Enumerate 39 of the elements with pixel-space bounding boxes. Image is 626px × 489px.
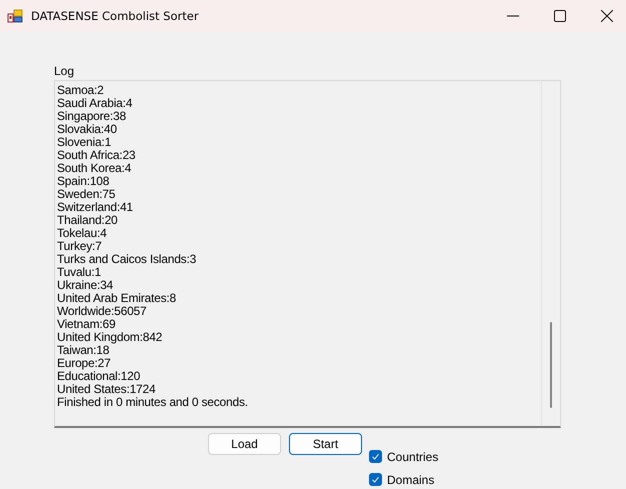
log-line: Tokelau:4 — [57, 227, 108, 240]
log-line: United Kingdom:842 — [57, 331, 164, 344]
checkmark-icon — [371, 452, 380, 461]
log-line: South Africa:23 — [57, 149, 136, 162]
log-line: Switzerland:41 — [57, 201, 134, 214]
log-line: Ukraine:34 — [57, 279, 114, 292]
log-line: United Arab Emirates:8 — [57, 292, 177, 305]
log-line: Saudi Arabia:4 — [57, 97, 134, 110]
log-line: Vietnam:69 — [57, 318, 116, 331]
log-line: Europe:27 — [57, 357, 112, 370]
checkbox-label: Countries — [387, 450, 438, 464]
checkmark-icon — [371, 475, 380, 484]
log-line: Sweden:75 — [57, 188, 116, 201]
log-line: Worldwide:56057 — [57, 305, 148, 318]
log-line: United States:1724 — [57, 383, 156, 396]
log-line: Thailand:20 — [57, 214, 119, 227]
log-line: Tuvalu:1 — [57, 266, 102, 279]
checkbox-label: Domains — [387, 472, 434, 486]
window-title: DATASENSE Combolist Sorter — [31, 9, 199, 23]
log-line: Singapore:38 — [57, 110, 127, 123]
log-line: Turks and Caicos Islands:3 — [57, 253, 198, 266]
maximize-icon[interactable] — [554, 10, 566, 22]
log-line: Taiwan:18 — [57, 344, 110, 357]
log-line: Finished in 0 minutes and 0 seconds. — [57, 396, 249, 409]
log-line: Samoa:2 — [57, 84, 105, 97]
log-line: Turkey:7 — [57, 240, 103, 253]
log-line: Slovenia:1 — [57, 136, 112, 149]
checkbox[interactable] — [369, 473, 382, 486]
app-icon — [7, 8, 23, 24]
log-line: Educational:120 — [57, 370, 142, 383]
button[interactable]: Load — [208, 433, 281, 455]
log-label: Log — [54, 63, 76, 80]
checkbox[interactable] — [369, 450, 382, 463]
close-icon[interactable] — [601, 10, 613, 22]
button[interactable]: Start — [289, 433, 362, 455]
log-line: Slovakia:40 — [57, 123, 117, 136]
log-line: South Korea:4 — [57, 162, 132, 175]
scrollbar-thumb[interactable] — [550, 322, 552, 408]
log-line: Spain:108 — [57, 175, 110, 188]
